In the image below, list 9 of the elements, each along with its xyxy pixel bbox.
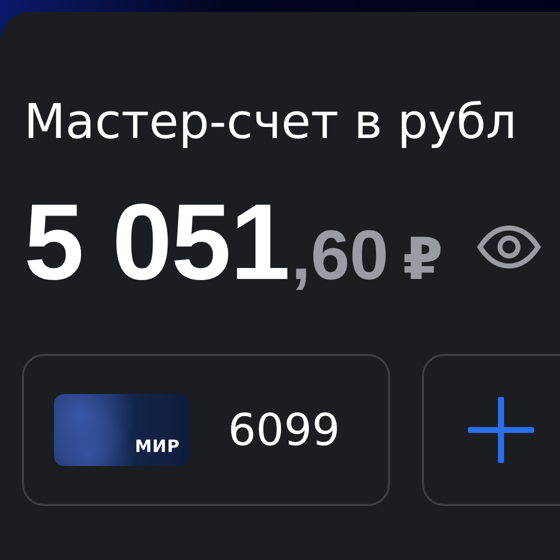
balance-kopecks: ,60 bbox=[291, 220, 389, 290]
account-title: Мастер-счет в рубл bbox=[24, 98, 517, 146]
payment-system-logo: МИР bbox=[134, 439, 180, 456]
card-tile[interactable]: МИР 6099 bbox=[22, 354, 390, 506]
eye-icon[interactable] bbox=[476, 225, 541, 269]
balance-amount: 5 051 bbox=[24, 188, 290, 296]
card-number: 6099 bbox=[228, 404, 340, 456]
plus-icon bbox=[468, 397, 534, 463]
currency-sign: ₽ bbox=[402, 230, 443, 288]
